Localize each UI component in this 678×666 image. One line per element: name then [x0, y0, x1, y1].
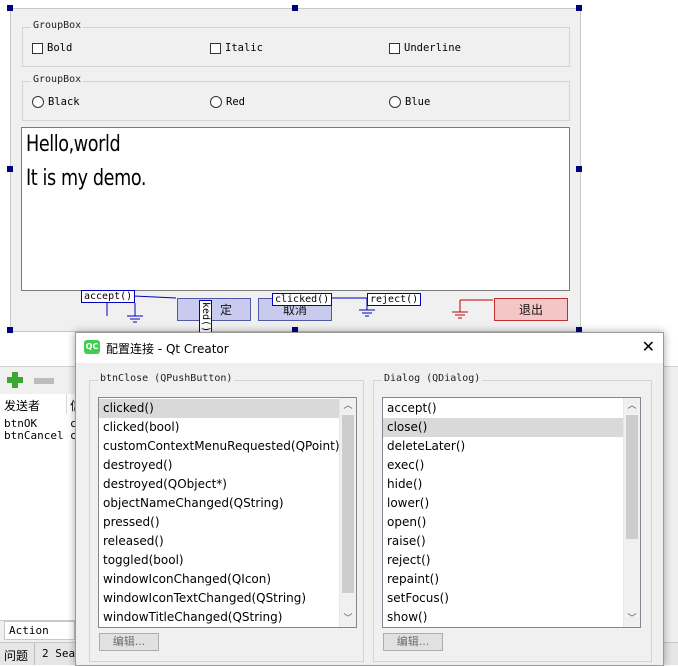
scroll-down-icon[interactable]: ﹀ [624, 611, 640, 627]
configure-connection-dialog: QC 配置连接 - Qt Creator ✕ btnClose (QPushBu… [75, 332, 664, 666]
close-icon[interactable]: ✕ [642, 337, 655, 356]
signal-list-item[interactable]: windowIconChanged(QIcon) [99, 570, 356, 589]
reject-slot-label[interactable]: reject() [367, 293, 422, 306]
add-icon[interactable] [6, 371, 24, 389]
slot-list-item[interactable]: open() [383, 513, 640, 532]
row-sender: btnCancel [4, 429, 64, 442]
signal-list-item[interactable]: pressed() [99, 513, 356, 532]
signal-list-item[interactable]: customContextMenuRequested(QPoint) [99, 437, 356, 456]
signal-list-item[interactable]: destroyed(QObject*) [99, 475, 356, 494]
dialog-titlebar[interactable]: QC 配置连接 - Qt Creator ✕ [76, 333, 663, 363]
vertical-scrollbar[interactable]: ︿ ﹀ [623, 398, 640, 627]
receiver-slots-group: Dialog (QDialog) accept() close() deleteLa… [373, 373, 652, 662]
scroll-up-icon[interactable]: ︿ [340, 398, 356, 414]
ok-clicked-signal-label[interactable]: ked() [199, 300, 212, 335]
status-divider [34, 643, 35, 665]
scroll-up-icon[interactable]: ︿ [624, 398, 640, 414]
slot-list-item[interactable]: hide() [383, 475, 640, 494]
signal-list-item[interactable]: windowIconTextChanged(QString) [99, 589, 356, 608]
scroll-thumb[interactable] [342, 415, 354, 593]
slot-list-item[interactable]: repaint() [383, 570, 640, 589]
qt-creator-icon: QC [84, 340, 100, 354]
slot-list-item[interactable]: reject() [383, 551, 640, 570]
signal-list-item[interactable]: toggled(bool) [99, 551, 356, 570]
receiver-slot-list[interactable]: accept() close() deleteLater() exec() hide()… [382, 397, 641, 628]
signal-list-item[interactable]: windowTitleChanged(QString) [99, 608, 356, 627]
scroll-thumb[interactable] [626, 415, 638, 539]
bottom-tab-bar: Action Edit [0, 620, 75, 654]
slot-list-item[interactable]: setFocus() [383, 589, 640, 608]
issues-tab[interactable]: 问题 [4, 647, 28, 664]
slot-list-item[interactable]: accept() [383, 399, 640, 418]
connections-table: btnOK c btnCancel c [0, 414, 77, 620]
slot-list-item[interactable]: close() [383, 418, 640, 437]
connection-lines [106, 295, 493, 323]
edit-slots-button[interactable]: 编辑... [383, 633, 443, 651]
signal-items: clicked() clicked(bool) customContextMenuR… [99, 398, 356, 627]
slot-list-item[interactable]: lower() [383, 494, 640, 513]
edit-signals-button[interactable]: 编辑... [99, 633, 159, 651]
slot-list-item[interactable]: show() [383, 608, 640, 627]
table-header: 发送者 信 [0, 394, 82, 415]
slot-list-item[interactable]: deleteLater() [383, 437, 640, 456]
slot-items: accept() close() deleteLater() exec() hide()… [383, 398, 640, 627]
sender-group-title: btnClose (QPushButton) [98, 373, 235, 384]
scroll-down-icon[interactable]: ﹀ [340, 611, 356, 627]
receiver-group-title: Dialog (QDialog) [382, 373, 483, 384]
header-divider [66, 394, 67, 414]
table-row[interactable]: btnCancel c [4, 429, 77, 442]
dialog-title: 配置连接 - Qt Creator [106, 342, 229, 356]
header-sender[interactable]: 发送者 [4, 397, 40, 414]
slot-list-item[interactable]: exec() [383, 456, 640, 475]
search-results-tab[interactable]: 2 Sea [42, 647, 75, 660]
signal-list-item[interactable]: destroyed() [99, 456, 356, 475]
sender-signal-list[interactable]: clicked() clicked(bool) customContextMenuR… [98, 397, 357, 628]
slot-list-item[interactable]: raise() [383, 532, 640, 551]
clicked-signal-label[interactable]: clicked() [272, 293, 333, 306]
vertical-scrollbar[interactable]: ︿ ﹀ [339, 398, 356, 627]
signal-list-item[interactable]: clicked(bool) [99, 418, 356, 437]
tab-action-editor[interactable]: Action Edit [4, 621, 75, 654]
sender-signals-group: btnClose (QPushButton) clicked() clicked(… [89, 373, 364, 662]
remove-icon[interactable] [34, 378, 54, 384]
signal-list-item[interactable]: objectNameChanged(QString) [99, 494, 356, 513]
accept-signal-label[interactable]: accept() [81, 290, 136, 303]
signal-list-item[interactable]: clicked() [99, 399, 356, 418]
signal-list-item[interactable]: released() [99, 532, 356, 551]
